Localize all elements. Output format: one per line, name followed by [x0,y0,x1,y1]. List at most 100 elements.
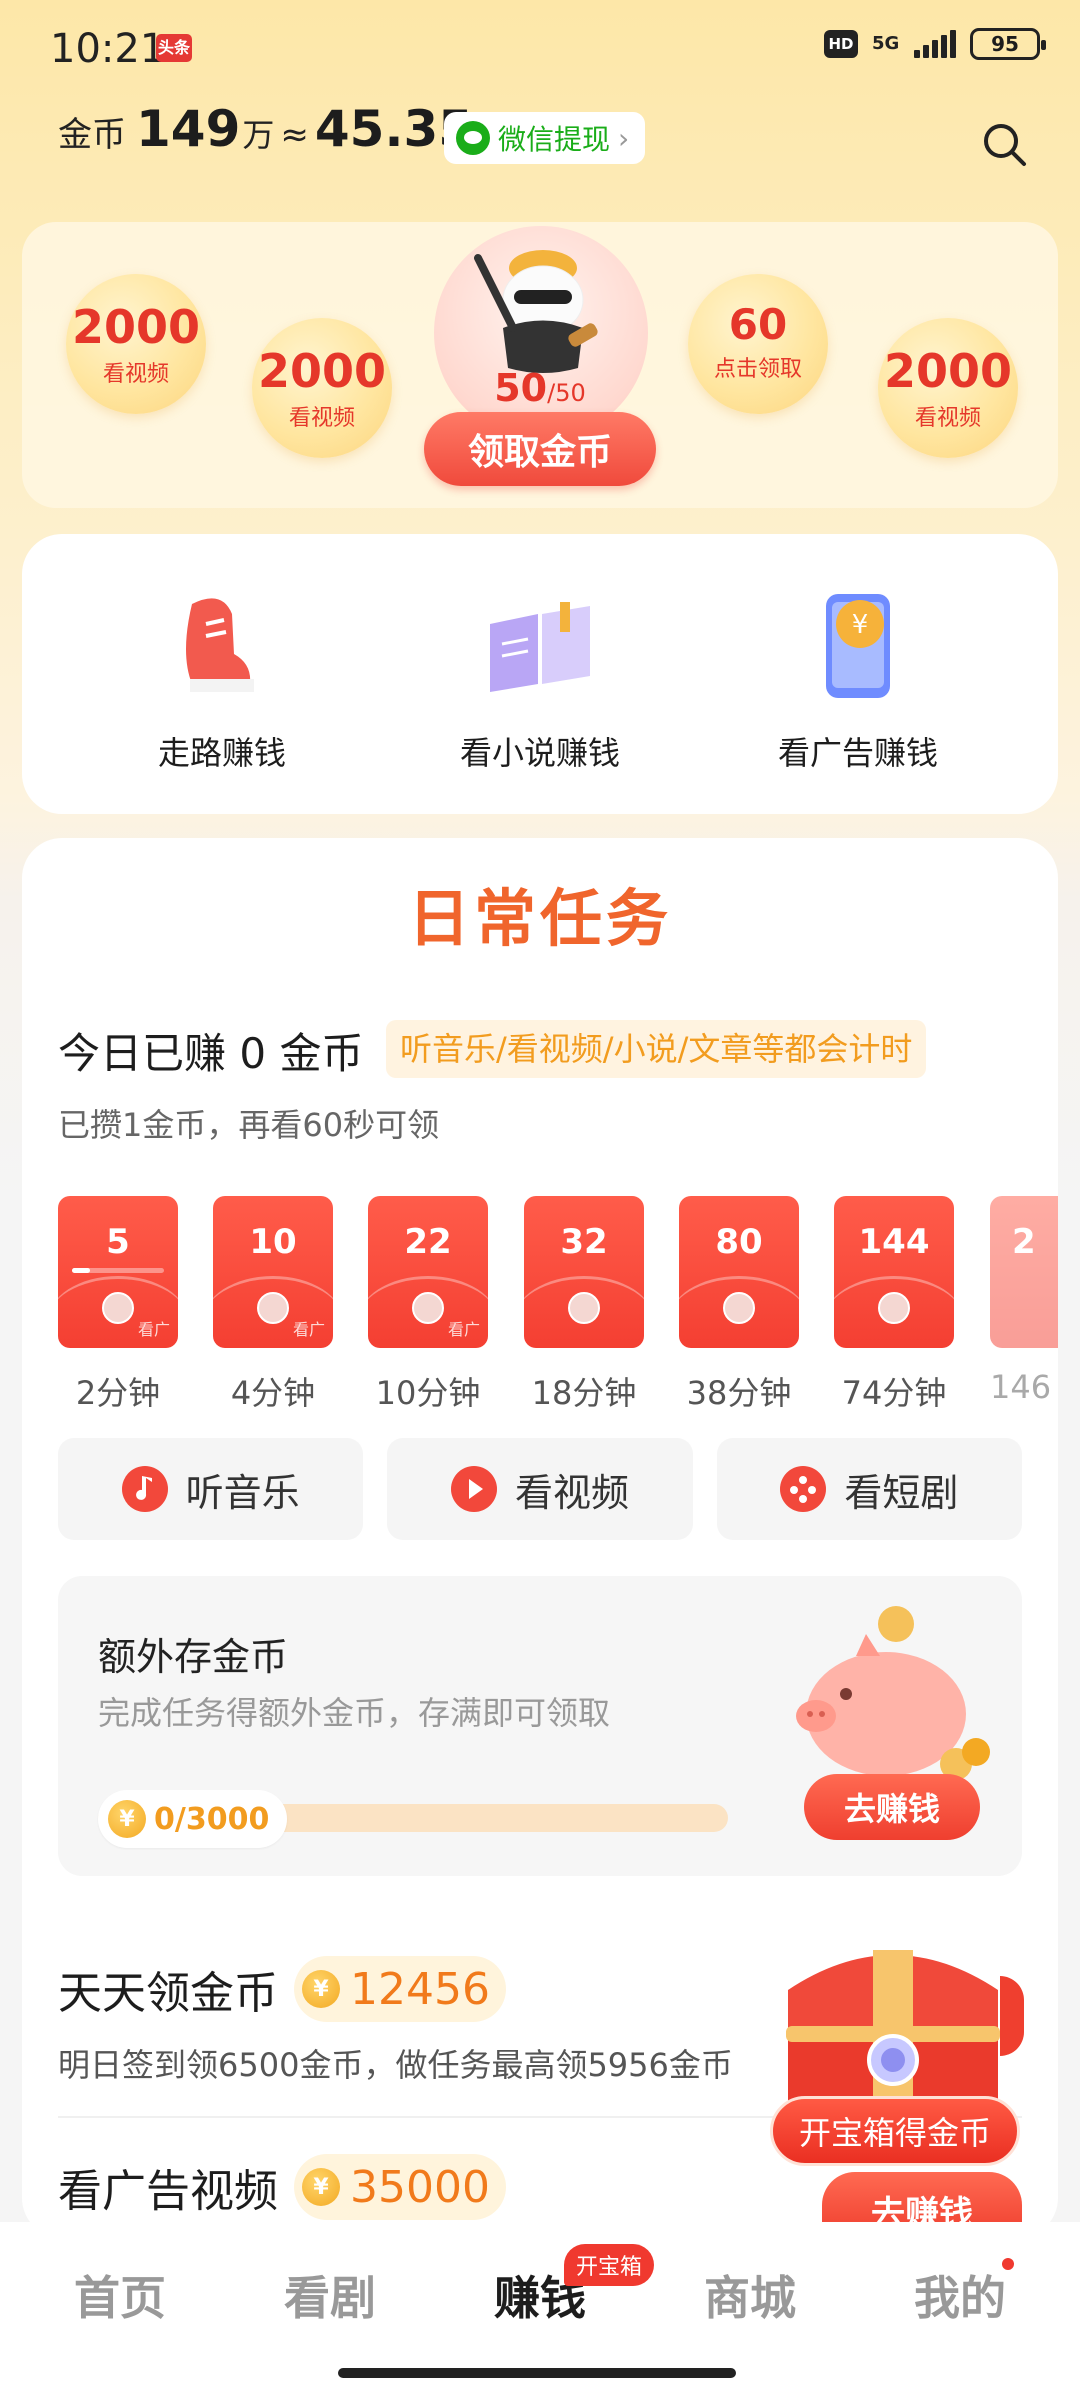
coin-icon: ¥ [108,1800,146,1838]
today-label: 今日已赚 [58,1029,227,1078]
coin-bubble-4[interactable]: 2000 看视频 [878,318,1018,458]
open-chest-button[interactable]: 开宝箱得金币 [770,2096,1020,2166]
envelope-item[interactable]: 22 看广 10分钟 [368,1196,488,1414]
savings-title: 额外存金币 [98,1635,289,1679]
approx-sign: ≈ [280,115,309,155]
bubble-label: 看视频 [914,406,981,431]
extra-savings-card: 额外存金币 完成任务得额外金币，存满即可领取 ¥ 0/3000 去赚钱 [58,1576,1022,1876]
nav-mall[interactable]: 商城 [670,2262,830,2328]
envelope-item[interactable]: 10 看广 4分钟 [213,1196,333,1414]
listen-music-button[interactable]: 听音乐 [58,1438,364,1540]
envelope-time: 10分钟 [375,1374,481,1412]
tasks-title: 日常任务 [407,882,672,955]
nav-chest-badge: 开宝箱 [564,2244,655,2286]
go-earn-button[interactable]: 去赚钱 [804,1774,980,1840]
savings-subtitle: 完成任务得额外金币，存满即可领取 [98,1694,611,1732]
bubble-amount: 60 [728,300,788,349]
progress-counter: 50/50 [440,366,640,410]
red-envelope-row[interactable]: 5 看广 2分钟 10 看广 4分钟 22 看广 10分钟 32 18分钟 80… [58,1196,1058,1436]
method-ads[interactable]: ¥ 看广告赚钱 [728,584,988,774]
savings-progress-text: 0/3000 [154,1801,270,1837]
envelope-amount: 144 [858,1222,930,1262]
wechat-withdraw-button[interactable]: 微信提现 › [444,112,646,164]
envelope-time: 146 [990,1368,1052,1406]
envelope-amount: 80 [715,1222,763,1262]
envelope-item[interactable]: 5 看广 2分钟 [58,1196,178,1414]
watch-video-button[interactable]: 看视频 [387,1438,693,1540]
envelope-tag: 看广 [137,1320,170,1339]
play-icon [450,1466,497,1512]
envelope-item[interactable]: 32 18分钟 [524,1196,644,1414]
hd-icon: HD [824,30,858,58]
envelope-amount: 2 [1012,1222,1036,1262]
envelope-item[interactable]: 80 38分钟 [679,1196,799,1414]
piggy-bank-icon [796,1606,990,1780]
envelope-item[interactable]: 2 146 [990,1196,1058,1406]
phone-coin-icon: ¥ [826,594,890,698]
network-label: 5G [872,33,900,54]
today-unit: 金币 [279,1029,364,1078]
status-time: 10:21 [50,26,166,72]
coin-bubble-2[interactable]: 2000 看视频 [252,318,392,458]
watch-shortdrama-button[interactable]: 看短剧 [716,1438,1022,1540]
home-indicator[interactable] [338,2368,736,2378]
envelope-time: 18分钟 [531,1374,637,1412]
envelope-amount: 32 [560,1222,608,1262]
bubble-label: 看视频 [288,406,355,431]
method-label: 走路赚钱 [157,734,286,772]
envelope-amount: 22 [404,1222,452,1262]
progress-current: 50 [494,366,548,410]
envelope-amount: 10 [249,1222,297,1262]
savings-progress-pill: ¥ 0/3000 [98,1790,288,1848]
timing-hint-badge: 听音乐/看视频/小说/文章等都会计时 [386,1020,927,1078]
red-envelope-icon: 5 看广 [58,1196,178,1348]
red-envelope-icon: 22 看广 [368,1196,488,1348]
quick-label: 看短剧 [844,1470,959,1515]
envelope-time: 4分钟 [230,1374,316,1412]
method-label: 看小说赚钱 [459,734,620,772]
method-label: 看广告赚钱 [777,734,938,772]
toutiao-app-icon: 头条 [156,34,192,62]
method-walk[interactable]: 走路赚钱 [92,584,352,774]
nav-home[interactable]: 首页 [40,2262,200,2328]
coin-bubble-3[interactable]: 60 点击领取 [688,274,828,414]
notification-dot [1002,2258,1014,2270]
task-reward-badge: ¥ 35000 [294,2154,506,2220]
coin-bubble-1[interactable]: 2000 看视频 [66,274,206,414]
envelope-time: 38分钟 [686,1374,792,1412]
film-reel-icon [780,1466,827,1512]
envelope-time: 74分钟 [841,1374,947,1412]
bubble-amount: 2000 [71,300,201,354]
progress-total: /50 [547,379,586,407]
coin-icon: ¥ [302,1970,340,2008]
envelope-time: 2分钟 [75,1374,161,1412]
envelope-item[interactable]: 144 74分钟 [834,1196,954,1414]
nav-drama[interactable]: 看剧 [250,2262,410,2328]
task-reward-amount: 12456 [350,1963,490,2015]
envelope-amount: 5 [106,1222,130,1262]
bubble-label: 看视频 [102,362,169,387]
search-icon[interactable] [980,120,1028,168]
task-title: 天天领金币 [58,1968,278,2019]
envelope-tag: 看广 [447,1320,480,1339]
book-icon [490,602,590,692]
chevron-right-icon: › [618,121,630,155]
red-envelope-icon: 144 [834,1196,954,1348]
claim-coins-button[interactable]: 领取金币 [424,412,656,486]
bubble-amount: 2000 [257,344,387,398]
nav-me[interactable]: 我的 [880,2262,1040,2328]
coin-unit: 万 [242,116,275,154]
red-envelope-icon: 2 [990,1196,1058,1348]
quick-actions: 听音乐 看视频 看短剧 [58,1438,1022,1540]
task-reward-badge: ¥ 12456 [294,1956,506,2022]
today-value: 0 [239,1029,267,1078]
red-envelope-icon: 80 [679,1196,799,1348]
bubble-label: 点击领取 [713,357,802,382]
earn-methods-card: 走路赚钱 看小说赚钱 ¥ 看广告赚钱 [22,534,1058,814]
red-envelope-icon: 32 [524,1196,644,1348]
status-bar: 10:21 头条 HD 5G 95 [0,0,1080,96]
music-note-icon [121,1466,168,1512]
svg-text:¥: ¥ [852,610,869,640]
envelope-tag: 看广 [292,1320,325,1339]
method-novel[interactable]: 看小说赚钱 [410,584,670,774]
